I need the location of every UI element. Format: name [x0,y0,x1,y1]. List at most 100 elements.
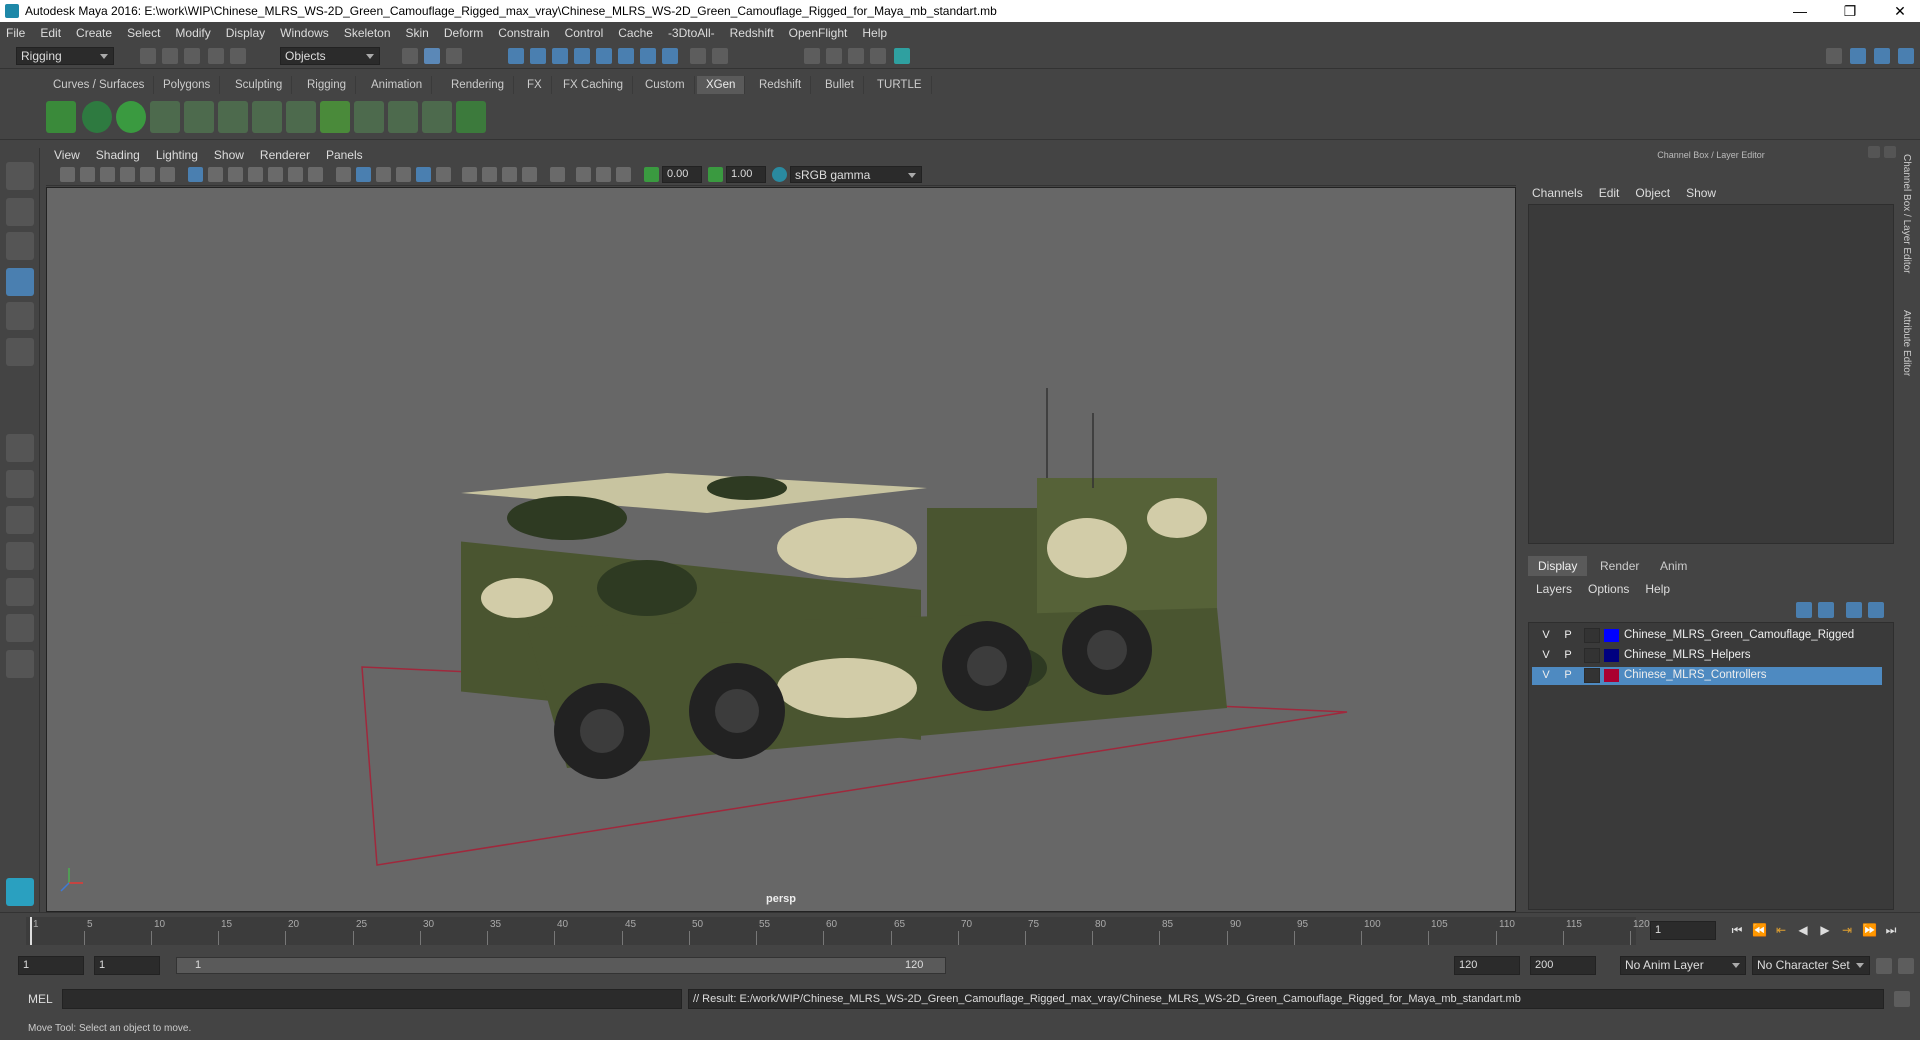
layer-menu-layers[interactable]: Layers [1536,582,1572,596]
camera-select-icon[interactable] [60,167,75,182]
layer-display-type[interactable] [1584,648,1600,663]
menu-skin[interactable]: Skin [406,26,429,40]
color-management-icon[interactable] [772,167,787,182]
step-forward-key-icon[interactable]: ⇥ [1840,923,1854,937]
channel-box-toggle-icon[interactable] [1898,48,1914,64]
menu-modify[interactable]: Modify [175,26,210,40]
redo-icon[interactable] [230,48,246,64]
selection-mode-dropdown[interactable]: Objects [280,47,380,65]
step-back-key-icon[interactable]: ⇤ [1774,923,1788,937]
layer-visibility-toggle[interactable]: V [1538,628,1554,643]
outliner-layout-icon[interactable] [1850,48,1866,64]
shadows-icon[interactable] [436,167,451,182]
layer-menu-options[interactable]: Options [1588,582,1629,596]
play-forwards-icon[interactable]: ▶ [1818,923,1832,937]
tab-bullet[interactable]: Bullet [816,76,864,94]
menu-windows[interactable]: Windows [280,26,329,40]
gate-mask-icon[interactable] [248,167,263,182]
gamma-icon[interactable] [708,167,723,182]
start-time-field[interactable]: 1 [18,956,84,975]
workspace-layout-icon[interactable] [1826,48,1842,64]
move-layer-down-icon[interactable] [1818,602,1834,618]
float-panel-icon[interactable] [1868,146,1880,158]
wireframe-icon[interactable] [336,167,351,182]
perspective-viewport[interactable]: persp [46,187,1516,912]
film-gate-icon[interactable] [208,167,223,182]
vp-menu-renderer[interactable]: Renderer [260,148,310,162]
single-perspective-layout-icon[interactable] [6,434,34,462]
mlrs-truck-model[interactable] [461,388,1227,779]
vp-menu-panels[interactable]: Panels [326,148,363,162]
playback-start-field[interactable]: 1 [94,956,160,975]
layer-color-swatch[interactable] [1604,669,1619,682]
field-chart-icon[interactable] [268,167,283,182]
anim-layer-dropdown[interactable]: No Anim Layer [1620,956,1746,975]
new-layer-selected-icon[interactable] [1868,602,1884,618]
close-button[interactable]: ✕ [1880,0,1920,22]
menu-openflight[interactable]: OpenFlight [789,26,848,40]
tab-display-layers[interactable]: Display [1528,556,1588,576]
render-frame-icon[interactable] [804,48,820,64]
vp-menu-lighting[interactable]: Lighting [156,148,198,162]
tab-custom[interactable]: Custom [636,76,695,94]
snap-help-icon[interactable] [662,48,678,64]
command-language-label[interactable]: MEL [28,992,53,1006]
xgen-spline-icon[interactable] [388,101,418,133]
vp-menu-show[interactable]: Show [214,148,244,162]
layer-menu-help[interactable]: Help [1645,582,1670,596]
auto-key-icon[interactable] [1876,958,1892,974]
save-scene-icon[interactable] [184,48,200,64]
xgen-selection-icon[interactable] [456,101,486,133]
layer-display-type[interactable] [1584,668,1600,683]
textured-icon[interactable] [396,167,411,182]
current-time-indicator[interactable] [30,917,32,945]
snap-curve-icon[interactable] [530,48,546,64]
tab-turtle[interactable]: TURTLE [868,76,932,94]
step-back-frame-icon[interactable]: ⏪ [1752,923,1767,937]
bookmark-icon[interactable] [100,167,115,182]
snap-point-icon[interactable] [552,48,568,64]
layer-color-swatch[interactable] [1604,629,1619,642]
motion-blur-icon[interactable] [482,167,497,182]
cb-menu-show[interactable]: Show [1686,186,1716,200]
go-to-start-icon[interactable]: ⏮ [1730,923,1744,937]
vp-menu-view[interactable]: View [54,148,80,162]
image-plane-icon[interactable] [120,167,135,182]
close-panel-icon[interactable] [1884,146,1896,158]
layer-row-selected[interactable]: V P Chinese_MLRS_Controllers [1532,667,1882,685]
persp-graph-layout-icon[interactable] [6,542,34,570]
more-layouts-icon[interactable] [6,650,34,678]
end-time-field[interactable]: 200 [1530,956,1596,975]
tab-render-layers[interactable]: Render [1590,556,1649,576]
layer-playback-toggle[interactable]: P [1560,628,1576,643]
menu-skeleton[interactable]: Skeleton [344,26,391,40]
character-set-dropdown[interactable]: No Character Set [1752,956,1870,975]
xgen-lock-guide-icon[interactable] [286,101,316,133]
tab-anim-layers[interactable]: Anim [1650,556,1697,576]
anti-aliasing-icon[interactable] [502,167,517,182]
xgen-place-guide-icon[interactable] [218,101,248,133]
tab-xgen[interactable]: XGen [697,76,746,94]
hypershade-icon[interactable] [870,48,886,64]
menu-constrain[interactable]: Constrain [498,26,549,40]
persp-outliner-layout-icon[interactable] [6,506,34,534]
tab-fx[interactable]: FX [518,76,552,94]
scene-canvas[interactable] [47,188,1516,912]
menu-cache[interactable]: Cache [618,26,653,40]
new-scene-icon[interactable] [140,48,156,64]
smooth-shade-icon[interactable] [356,167,371,182]
tab-curves-surfaces[interactable]: Curves / Surfaces [44,76,155,94]
snap-grid-icon[interactable] [508,48,524,64]
depth-of-field-icon[interactable] [522,167,537,182]
xgen-sculpt-guide-icon[interactable] [252,101,282,133]
hypershade-layout-icon[interactable] [6,578,34,606]
restore-button[interactable]: ❐ [1830,0,1870,22]
xgen-export-icon[interactable] [422,101,452,133]
minimize-button[interactable]: — [1780,0,1820,22]
tab-rigging[interactable]: Rigging [298,76,356,94]
persp-uv-layout-icon[interactable] [6,614,34,642]
panel-layout-icon[interactable] [1874,48,1890,64]
menuset-dropdown[interactable]: Rigging [16,47,114,65]
isolate-select-icon[interactable] [550,167,565,182]
tab-fx-caching[interactable]: FX Caching [554,76,634,94]
